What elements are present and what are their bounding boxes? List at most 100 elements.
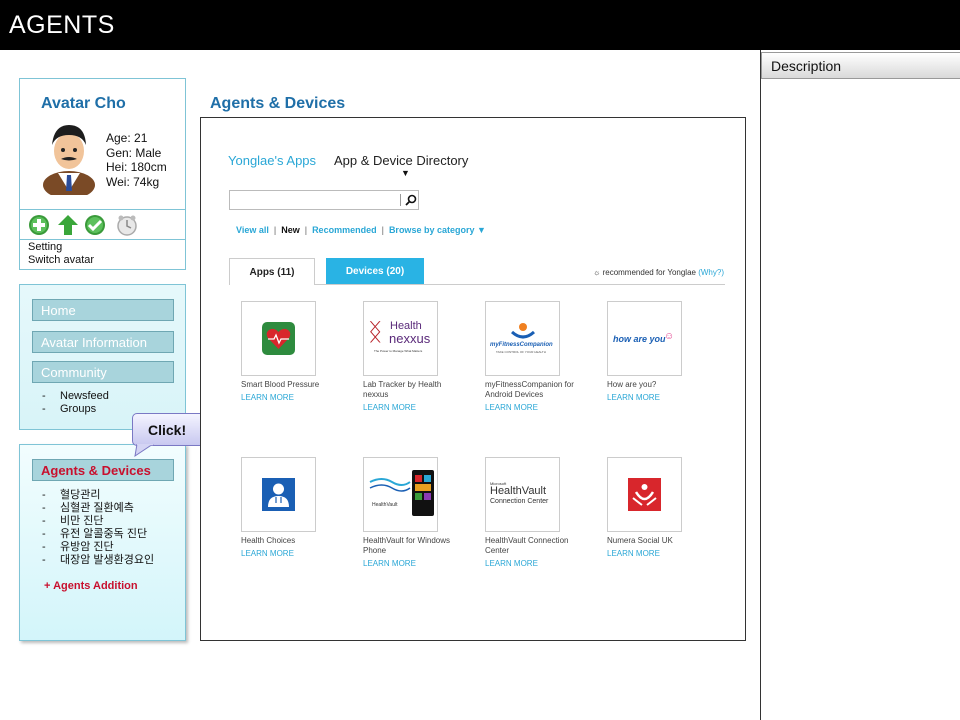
tab-devices[interactable]: Devices (20) (326, 258, 424, 285)
list-dash: - (42, 528, 46, 540)
avatar-action-bar (20, 209, 185, 240)
app-name: Lab Tracker by Health nexxus (363, 380, 442, 399)
heart-icon (262, 322, 295, 355)
logo-text: HealthVault (490, 485, 547, 497)
filter-new[interactable]: New (281, 225, 300, 235)
app-tile-healthvault-windows-phone[interactable]: HealthVault (363, 457, 438, 532)
app-tile-how-are-you[interactable]: how are you ☺ (607, 301, 682, 376)
description-panel: Description (760, 50, 960, 720)
app-name: Numera Social UK (607, 536, 673, 545)
agent-item[interactable]: - 혈당관리 (42, 489, 154, 502)
agent-item[interactable]: - 유전 알콜중독 진단 (42, 528, 154, 541)
filter-separator: | (273, 225, 277, 235)
callout-tail (134, 444, 154, 458)
agent-label: 비만 진단 (60, 515, 104, 527)
app-name: Health Choices (241, 536, 296, 545)
nav-sub-label: Groups (60, 403, 97, 415)
check-icon[interactable] (84, 214, 106, 236)
search-icon[interactable] (405, 193, 417, 207)
learn-more-link[interactable]: LEARN MORE (241, 393, 294, 402)
learn-more-link[interactable]: LEARN MORE (607, 393, 660, 402)
nav-sub-newsfeed[interactable]: - Newsfeed (42, 390, 109, 402)
filter-browse-category[interactable]: Browse by category ▼ (389, 225, 486, 235)
avatar-age: Age: 21 (106, 131, 148, 145)
app-header: AGENTS (0, 0, 960, 50)
agents-panel: Agents & Devices - 혈당관리 - 심혈관 질환예측 - 비만 진단 … (19, 444, 186, 641)
description-header: Description (761, 52, 960, 79)
store-name[interactable]: Yonglae's Apps (228, 153, 316, 168)
learn-more-link[interactable]: LEARN MORE (241, 549, 294, 558)
filter-recommended[interactable]: Recommended (312, 225, 377, 235)
directory-title: App & Device Directory (334, 153, 469, 168)
smiley-icon: ☺ (664, 331, 675, 342)
nav-home[interactable]: Home (32, 299, 174, 321)
learn-more-link[interactable]: LEARN MORE (607, 549, 660, 558)
clock-icon[interactable] (116, 214, 138, 236)
search-input[interactable] (229, 190, 419, 210)
agents-list: - 혈당관리 - 심혈관 질환예측 - 비만 진단 - 유전 알콜중독 진단 - 유방암 … (42, 489, 154, 567)
learn-more-link[interactable]: LEARN MORE (485, 403, 538, 412)
app-title: AGENTS (9, 11, 115, 39)
doctor-icon (262, 478, 295, 511)
list-dash: - (42, 515, 46, 527)
logo-tagline: Connection Center (490, 498, 549, 505)
agent-item[interactable]: - 유방암 진단 (42, 541, 154, 554)
agent-item[interactable]: - 대장암 발생환경요인 (42, 554, 154, 567)
click-callout-label: Click! (148, 422, 187, 438)
agents-addition-link[interactable]: + Agents Addition (44, 580, 138, 592)
app-tile-myfitnesscompanion[interactable]: myFitnessCompanion TAKE CONTROL OF YOUR … (485, 301, 560, 376)
agent-item[interactable]: - 비만 진단 (42, 515, 154, 528)
avatar-gender: Gen: Male (106, 145, 162, 160)
app-tile-numera-social[interactable] (607, 457, 682, 532)
add-icon[interactable] (28, 214, 50, 236)
page-title: Agents & Devices (210, 95, 346, 112)
list-dash: - (42, 489, 46, 501)
logo-tagline: The Power to Manage What Matters (374, 349, 423, 353)
learn-more-link[interactable]: LEARN MORE (485, 559, 538, 568)
nav-panel: Home Avatar Information Community - Newsf… (19, 284, 186, 430)
avatar-name: Avatar Cho (41, 95, 126, 112)
filter-bar: View all | New | Recommended | Browse by categ… (236, 225, 486, 235)
gear-icon: ☼ (593, 268, 601, 277)
app-directory-frame: Yonglae's Apps App & Device Directory ▼ … (200, 117, 746, 641)
fitness-logo-icon (510, 323, 536, 339)
learn-more-link[interactable]: LEARN MORE (363, 559, 416, 568)
nav-community[interactable]: Community (32, 361, 174, 383)
app-tile-smart-blood-pressure[interactable] (241, 301, 316, 376)
nav-agents-devices[interactable]: Agents & Devices (32, 459, 174, 481)
list-dash: - (42, 390, 46, 402)
switch-avatar-link[interactable]: Switch avatar (28, 254, 94, 267)
learn-more-link[interactable]: LEARN MORE (363, 403, 416, 412)
tab-apps[interactable]: Apps (11) (229, 258, 315, 285)
setting-link[interactable]: Setting (28, 241, 94, 254)
description-title: Description (771, 58, 842, 74)
filter-separator: | (304, 225, 308, 235)
numera-logo-icon (628, 478, 661, 511)
search-divider (400, 194, 401, 206)
recommended-note: ☼ recommended for Yonglae (Why?) (593, 268, 724, 277)
healthvault-wave-icon (369, 478, 411, 492)
avatar-weight: Wei: 74kg (106, 174, 160, 189)
nav-avatar-information[interactable]: Avatar Information (32, 331, 174, 353)
avatar-card: Avatar Cho Age: 21 Gen: Male Hei: 180cm … (19, 78, 186, 270)
app-name: HealthVault for Windows Phone (363, 536, 450, 555)
avatar-height: Hei: 180cm (106, 160, 167, 174)
why-link[interactable]: (Why?) (698, 268, 724, 277)
avatar-stats: Age: 21 Gen: Male Hei: 180cm Wei: 74kg (106, 131, 167, 189)
app-name: Smart Blood Pressure (241, 380, 320, 389)
app-tile-lab-tracker[interactable]: ᛝ Health nexxus The Power to Manage What… (363, 301, 438, 376)
app-tile-healthvault-connection-center[interactable]: Microsoft HealthVault Connection Center (485, 457, 560, 532)
nav-sub-groups[interactable]: - Groups (42, 403, 96, 415)
agent-item[interactable]: - 심혈관 질환예측 (42, 502, 154, 515)
upload-icon[interactable] (57, 214, 79, 236)
nav-sub-label: Newsfeed (60, 390, 109, 402)
chevron-down-icon[interactable]: ▼ (401, 168, 410, 178)
list-dash: - (42, 403, 46, 415)
health-nexxus-logo: ᛝ Health nexxus The Power to Manage What… (368, 318, 434, 358)
list-dash: - (42, 502, 46, 514)
app-name: HealthVault Connection Center (485, 536, 569, 555)
app-tile-health-choices[interactable] (241, 457, 316, 532)
filter-separator: | (381, 225, 384, 235)
filter-view-all[interactable]: View all (236, 225, 269, 235)
avatar-links: Setting Switch avatar (28, 241, 94, 267)
